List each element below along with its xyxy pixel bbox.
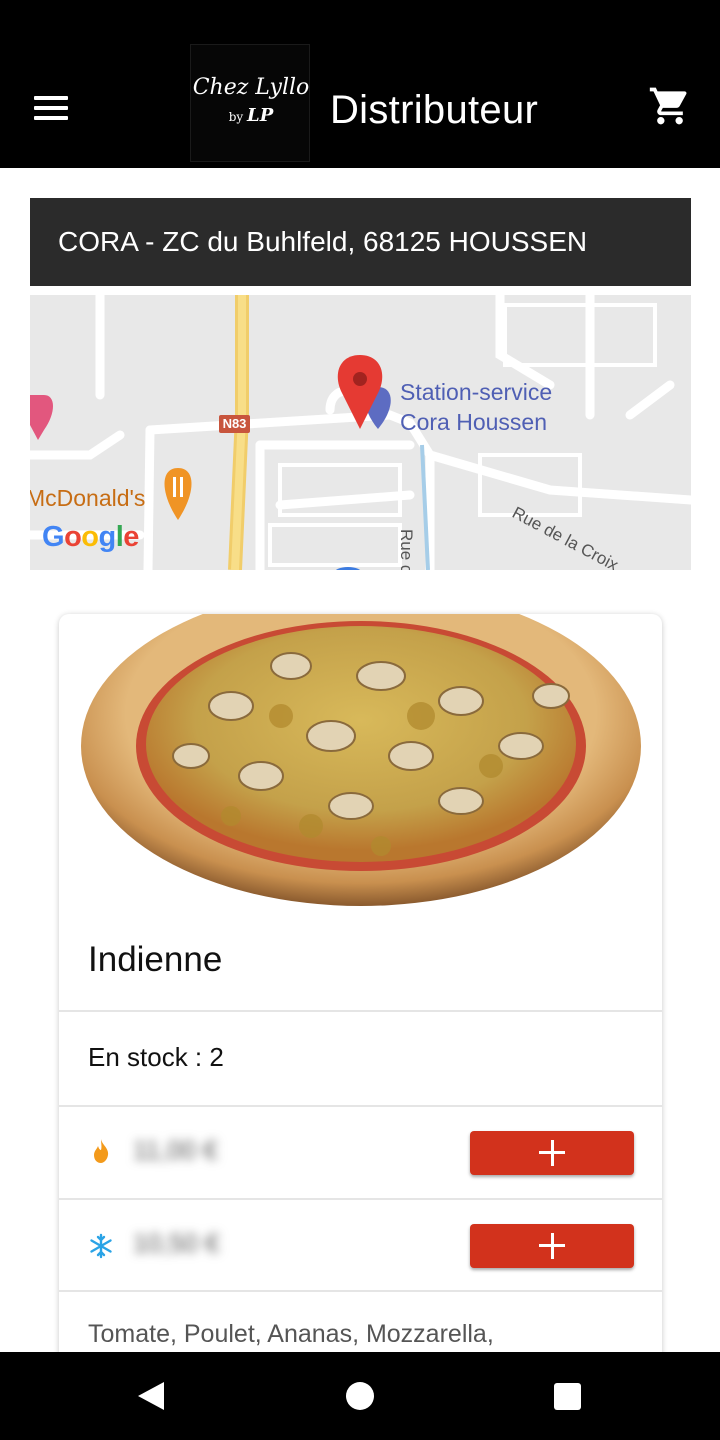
status-bar	[0, 0, 720, 48]
back-icon[interactable]	[136, 1380, 166, 1412]
price-value: 11,00 €	[133, 1135, 218, 1165]
flame-icon	[94, 1139, 109, 1163]
add-hot-to-cart-button[interactable]	[470, 1131, 634, 1175]
product-name: Indienne	[88, 940, 223, 979]
road-badge: N83	[219, 415, 250, 433]
price-row-hot: 11,00 €	[59, 1107, 662, 1199]
shopping-cart-icon[interactable]	[648, 84, 692, 128]
divider	[59, 1010, 662, 1012]
price-value: 10,50 €	[133, 1228, 220, 1258]
product-ingredients: Tomate, Poulet, Ananas, Mozzarella,	[88, 1320, 494, 1348]
add-frozen-to-cart-button[interactable]	[470, 1224, 634, 1268]
logo-subtext: by LP	[228, 105, 274, 126]
hamburger-menu-icon[interactable]	[28, 88, 74, 128]
distributor-address-bar: CORA - ZC du Buhlfeld, 68125 HOUSSEN	[30, 198, 691, 286]
poi-mcdonalds-label: McDonald's	[30, 485, 146, 511]
poi-station-label: Station-service Cora Houssen	[400, 379, 553, 435]
brand-logo: Chez Lyllo by LP	[190, 44, 310, 162]
divider	[59, 1290, 662, 1292]
google-logo: Google	[42, 521, 139, 553]
location-map[interactable]: Station-service Cora Houssen McDonald's …	[30, 295, 691, 570]
stock-status: En stock : 2	[88, 1042, 224, 1072]
distributor-address: CORA - ZC du Buhlfeld, 68125 HOUSSEN	[58, 226, 588, 257]
product-image	[81, 614, 641, 906]
page-title: Distributeur	[330, 88, 539, 132]
logo-text: Chez Lyllo	[192, 75, 310, 100]
price-row-frozen: 10,50 €	[59, 1200, 662, 1292]
recent-apps-icon[interactable]	[554, 1383, 581, 1410]
system-navigation-bar	[0, 1352, 720, 1440]
app-bar: Chez Lyllo by LP Distributeur	[0, 44, 720, 168]
home-icon[interactable]	[346, 1382, 374, 1410]
product-card: Indienne En stock : 2 11,00 € 10,50 € To…	[59, 614, 662, 1374]
snowflake-icon	[90, 1233, 112, 1259]
street-label-partial: Rue d	[397, 529, 416, 570]
